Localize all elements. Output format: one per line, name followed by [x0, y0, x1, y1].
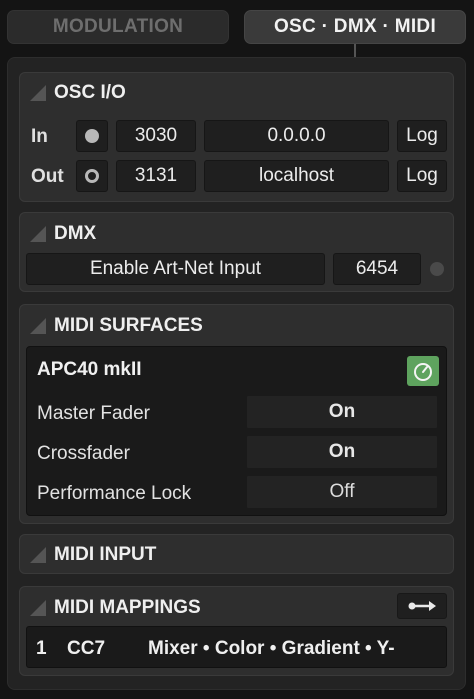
- master-fader-label: Master Fader: [37, 403, 150, 424]
- device-power-button[interactable]: [407, 356, 439, 386]
- performance-lock-toggle[interactable]: Off: [246, 475, 438, 509]
- osc-panel-title: OSC I/O: [54, 82, 126, 103]
- mapping-target: Mixer • Color • Gradient • Y-: [148, 638, 395, 659]
- osc-panel-header[interactable]: OSC I/O: [30, 81, 126, 105]
- collapse-triangle-icon: [30, 85, 46, 101]
- osc-out-port-field[interactable]: 3131: [116, 160, 196, 192]
- osc-in-log-button[interactable]: Log: [397, 120, 447, 152]
- midi-input-title: MIDI INPUT: [54, 544, 157, 565]
- performance-lock-label: Performance Lock: [37, 483, 192, 504]
- osc-out-port: 3131: [134, 165, 178, 186]
- midi-device-card: APC40 mkII Master Fader On Crossfader On…: [26, 346, 447, 516]
- dmx-port-field[interactable]: 6454: [333, 253, 421, 285]
- osc-out-indicator: [76, 160, 108, 192]
- master-fader-value: On: [328, 401, 356, 422]
- status-led-icon: [85, 129, 99, 143]
- tab-label: OSC · DMX · MIDI: [273, 16, 437, 37]
- midi-input-header[interactable]: MIDI INPUT: [30, 543, 156, 567]
- master-fader-toggle[interactable]: On: [246, 395, 438, 429]
- osc-out-log-button[interactable]: Log: [397, 160, 447, 192]
- tab-osc-dmx-midi[interactable]: OSC · DMX · MIDI: [244, 10, 466, 44]
- power-icon: [414, 363, 432, 381]
- enable-artnet-button[interactable]: Enable Art-Net Input: [26, 253, 325, 285]
- crossfader-toggle[interactable]: On: [246, 435, 438, 469]
- osc-out-host-field[interactable]: localhost: [204, 160, 389, 192]
- midi-surfaces-header[interactable]: MIDI SURFACES: [30, 314, 203, 338]
- midi-surfaces-title: MIDI SURFACES: [54, 315, 203, 336]
- mapping-row[interactable]: 1 CC7 Mixer • Color • Gradient • Y-: [26, 626, 447, 668]
- mapping-channel: 1: [36, 638, 47, 659]
- crossfader-value: On: [328, 441, 356, 462]
- osc-in-indicator: [76, 120, 108, 152]
- device-name: APC40 mkII: [37, 359, 142, 380]
- midi-mappings-header[interactable]: MIDI MAPPINGS: [30, 596, 201, 620]
- collapse-triangle-icon: [30, 318, 46, 334]
- map-midi-button[interactable]: [397, 593, 447, 619]
- log-label: Log: [406, 165, 438, 186]
- osc-in-port-field[interactable]: 3030: [116, 120, 196, 152]
- performance-lock-value: Off: [329, 481, 355, 502]
- log-label: Log: [406, 125, 438, 146]
- enable-artnet-label: Enable Art-Net Input: [89, 258, 262, 279]
- dmx-panel-header[interactable]: DMX: [30, 222, 96, 246]
- osc-out-label: Out: [31, 166, 64, 187]
- status-ring-icon: [85, 169, 99, 183]
- mapping-control: CC7: [67, 638, 106, 659]
- collapse-triangle-icon: [30, 547, 46, 563]
- collapse-triangle-icon: [30, 600, 46, 616]
- crossfader-label: Crossfader: [37, 443, 130, 464]
- tab-label: MODULATION: [52, 16, 184, 37]
- dmx-panel-title: DMX: [54, 223, 97, 244]
- tab-modulation[interactable]: MODULATION: [7, 10, 229, 44]
- tab-connector: [354, 44, 356, 58]
- dmx-port: 6454: [355, 258, 399, 279]
- osc-in-port: 3030: [134, 125, 178, 146]
- midi-input-panel: MIDI INPUT: [19, 534, 454, 574]
- osc-in-host: 0.0.0.0: [267, 125, 326, 146]
- osc-out-host: localhost: [259, 165, 334, 186]
- midi-mappings-title: MIDI MAPPINGS: [54, 597, 201, 618]
- dmx-status-led-icon: [430, 262, 444, 276]
- map-arrow-icon: [408, 601, 436, 611]
- osc-in-label: In: [31, 126, 48, 147]
- collapse-triangle-icon: [30, 226, 46, 242]
- osc-in-host-field[interactable]: 0.0.0.0: [204, 120, 389, 152]
